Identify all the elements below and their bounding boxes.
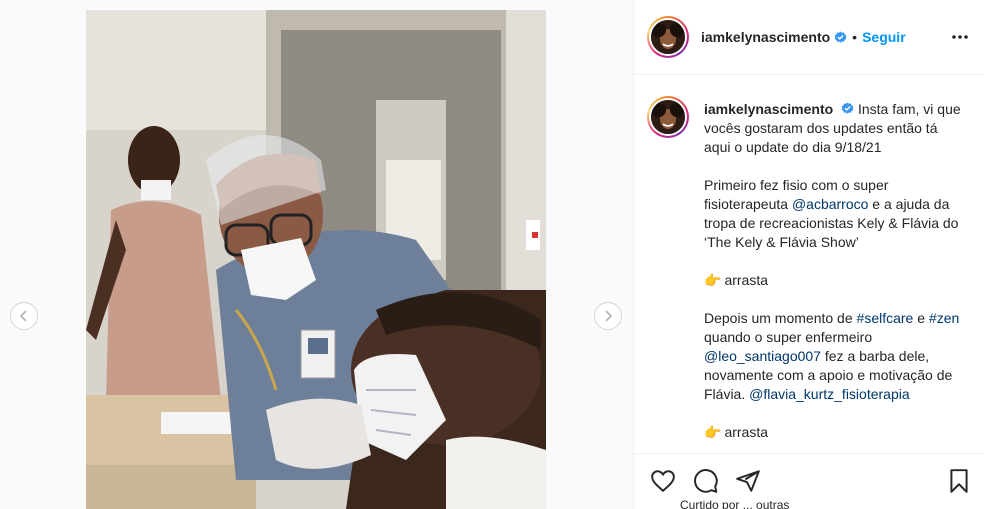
post-photo[interactable]: [86, 10, 546, 509]
pointing-hand-emoji: 👉: [704, 424, 722, 440]
avatar-picture: [651, 100, 685, 134]
caption-paragraph-3-c: quando o super enfermeiro: [704, 329, 873, 345]
mention-flavia-kurtz-fisioterapia[interactable]: @flavia_kurtz_fisioterapia: [749, 386, 910, 402]
previous-photo-button[interactable]: [10, 302, 38, 330]
author-avatar[interactable]: [647, 16, 689, 58]
verified-badge-icon: [834, 30, 847, 43]
caption-paragraph-3-a: Depois um momento de: [704, 310, 857, 326]
bookmark-icon[interactable]: [946, 468, 972, 494]
mention-leo-santiago007[interactable]: @leo_santiago007: [704, 348, 821, 364]
hashtag-selfcare[interactable]: #selfcare: [857, 310, 914, 326]
heart-icon[interactable]: [650, 468, 676, 494]
post-header: iamkelynascimento • Seguir: [634, 0, 984, 75]
more-icon[interactable]: [950, 26, 970, 46]
arrasta-label-1: arrasta: [724, 272, 769, 288]
verified-badge-icon: [841, 102, 854, 114]
next-photo-button[interactable]: [594, 302, 622, 330]
media-area: [0, 0, 633, 509]
mention-acbarroco[interactable]: @acbarroco: [792, 196, 868, 212]
post-details-panel: iamkelynascimento • Seguir iamkelynascim…: [633, 0, 984, 509]
caption-paragraph-3-b: e: [913, 310, 929, 326]
caption-text: iamkelynascimento Insta fam, vi que você…: [704, 100, 966, 442]
arrasta-label-2: arrasta: [724, 424, 769, 440]
author-username[interactable]: iamkelynascimento: [701, 29, 830, 45]
comment-icon[interactable]: [693, 468, 719, 494]
hospital-photo-illustration: [86, 10, 546, 509]
caption-username[interactable]: iamkelynascimento: [704, 101, 833, 117]
likes-summary: Curtido por ... outras: [680, 498, 790, 509]
separator-dot: •: [852, 29, 858, 45]
instagram-post-view: iamkelynascimento • Seguir iamkelynascim…: [0, 0, 984, 509]
pointing-hand-emoji: 👉: [704, 272, 722, 288]
avatar-picture: [651, 20, 685, 54]
chevron-right-icon: [605, 310, 613, 322]
follow-button[interactable]: Seguir: [862, 29, 906, 45]
caption-author-avatar[interactable]: [647, 96, 689, 138]
share-icon[interactable]: [735, 468, 761, 494]
hashtag-zen[interactable]: #zen: [929, 310, 959, 326]
chevron-left-icon: [19, 310, 27, 322]
